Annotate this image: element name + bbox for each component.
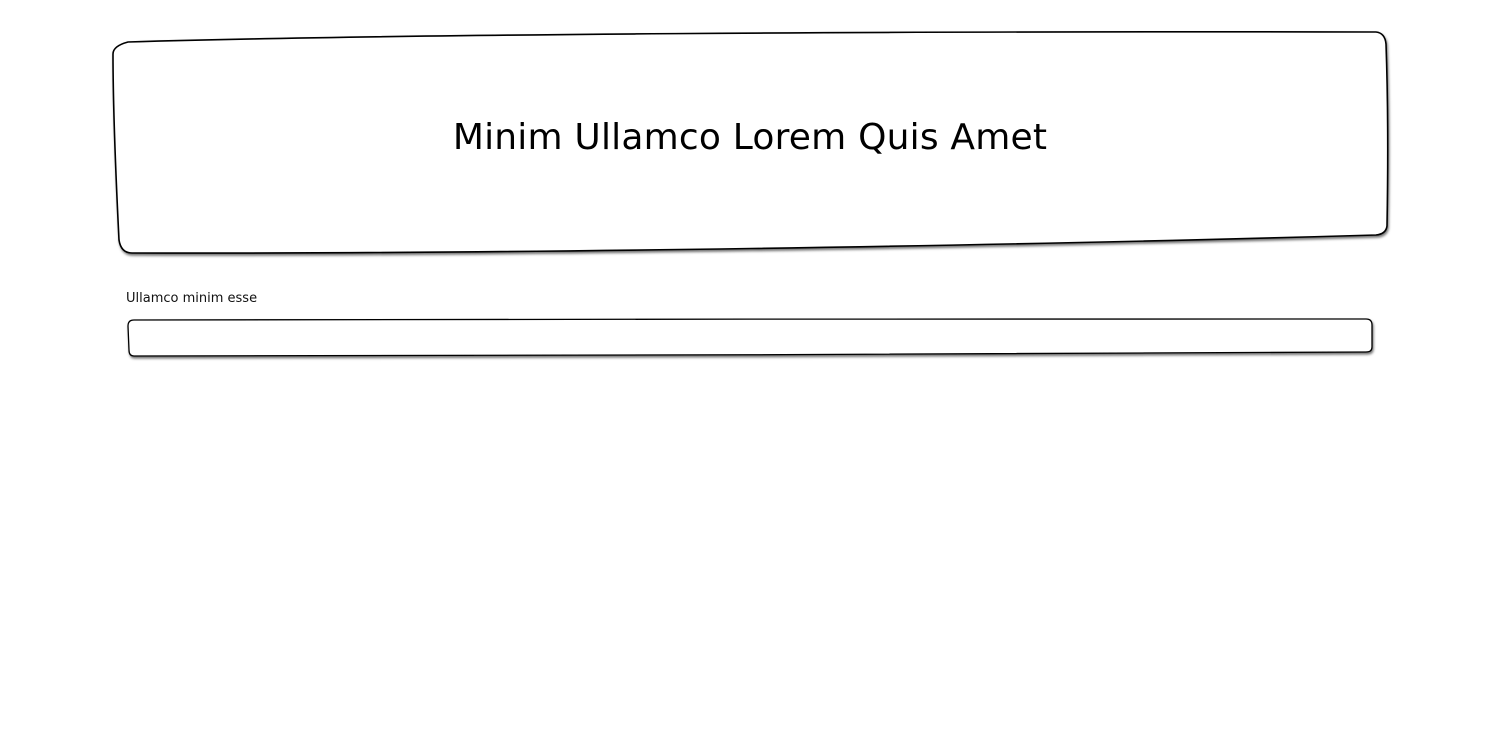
text-input[interactable] xyxy=(129,321,1369,353)
field-label: Ullamco minim esse xyxy=(126,291,258,306)
page: Minim Ullamco Lorem Quis Amet Ullamco mi… xyxy=(0,0,1500,752)
page-title: Minim Ullamco Lorem Quis Amet xyxy=(452,117,1048,158)
